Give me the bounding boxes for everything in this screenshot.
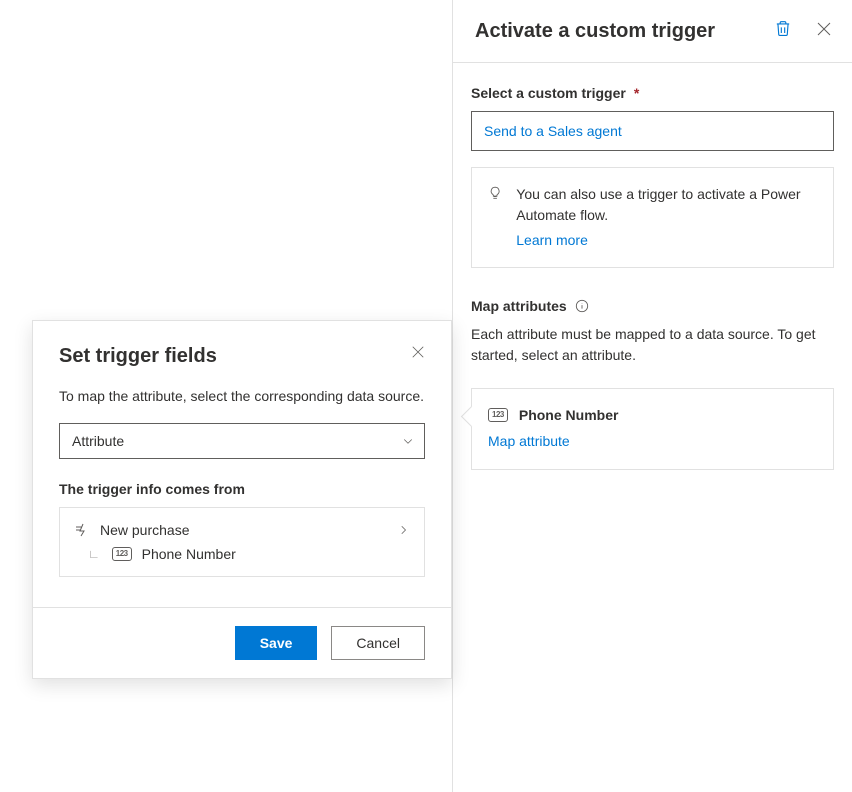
- tree-connector-icon: ∟: [88, 547, 100, 561]
- info-callout: You can also use a trigger to activate a…: [471, 167, 834, 268]
- modal-description: To map the attribute, select the corresp…: [59, 386, 425, 407]
- learn-more-link[interactable]: Learn more: [516, 230, 817, 251]
- trigger-source-label: The trigger info comes from: [59, 481, 425, 497]
- trigger-source-child: ∟ 123 Phone Number: [74, 546, 410, 562]
- required-asterisk: *: [634, 85, 639, 101]
- panel-content: Select a custom trigger * Send to a Sale…: [453, 63, 852, 492]
- panel-header-actions: [774, 18, 832, 38]
- delete-button[interactable]: [774, 20, 792, 38]
- save-button[interactable]: Save: [235, 626, 318, 660]
- close-icon: [411, 345, 425, 359]
- custom-trigger-select[interactable]: Send to a Sales agent: [471, 111, 834, 151]
- trash-icon: [774, 20, 792, 38]
- trigger-source-child-label: Phone Number: [142, 546, 236, 562]
- lightbulb-icon: [488, 184, 502, 202]
- map-attributes-header: Map attributes: [471, 298, 834, 314]
- number-type-icon: 123: [112, 547, 132, 561]
- panel-title: Activate a custom trigger: [475, 18, 715, 44]
- cancel-button[interactable]: Cancel: [331, 626, 425, 660]
- info-icon: [575, 299, 589, 313]
- side-panel: Activate a custom trigger Select a custo…: [452, 0, 852, 792]
- close-icon: [816, 21, 832, 37]
- custom-trigger-value: Send to a Sales agent: [484, 123, 622, 139]
- modal-title: Set trigger fields: [59, 345, 217, 368]
- trigger-source-card[interactable]: New purchase ∟ 123 Phone Number: [59, 507, 425, 577]
- attribute-card[interactable]: 123 Phone Number Map attribute: [471, 388, 834, 470]
- select-trigger-label-text: Select a custom trigger: [471, 85, 626, 101]
- modal-body: Set trigger fields To map the attribute,…: [33, 321, 451, 581]
- number-type-icon: 123: [488, 408, 508, 422]
- map-attribute-link[interactable]: Map attribute: [488, 433, 570, 449]
- map-attributes-label: Map attributes: [471, 298, 567, 314]
- attribute-dropdown[interactable]: Attribute: [59, 423, 425, 459]
- modal-header: Set trigger fields: [59, 345, 425, 368]
- trigger-source-root-label: New purchase: [100, 522, 190, 538]
- attribute-card-header: 123 Phone Number: [488, 407, 817, 423]
- select-trigger-label: Select a custom trigger *: [471, 85, 834, 101]
- chevron-right-icon: [398, 524, 410, 536]
- info-text-content: You can also use a trigger to activate a…: [516, 186, 800, 223]
- close-modal-button[interactable]: [411, 345, 425, 359]
- attribute-dropdown-label: Attribute: [72, 433, 124, 449]
- attribute-name: Phone Number: [519, 407, 619, 423]
- modal-footer: Save Cancel: [33, 607, 451, 678]
- lightning-icon: [74, 522, 90, 538]
- set-trigger-fields-modal: Set trigger fields To map the attribute,…: [32, 320, 452, 679]
- trigger-source-root: New purchase: [74, 522, 410, 538]
- panel-header: Activate a custom trigger: [453, 0, 852, 63]
- info-text: You can also use a trigger to activate a…: [516, 184, 817, 251]
- map-attributes-desc: Each attribute must be mapped to a data …: [471, 324, 834, 366]
- chevron-down-icon: [402, 435, 414, 447]
- close-panel-button[interactable]: [816, 21, 832, 37]
